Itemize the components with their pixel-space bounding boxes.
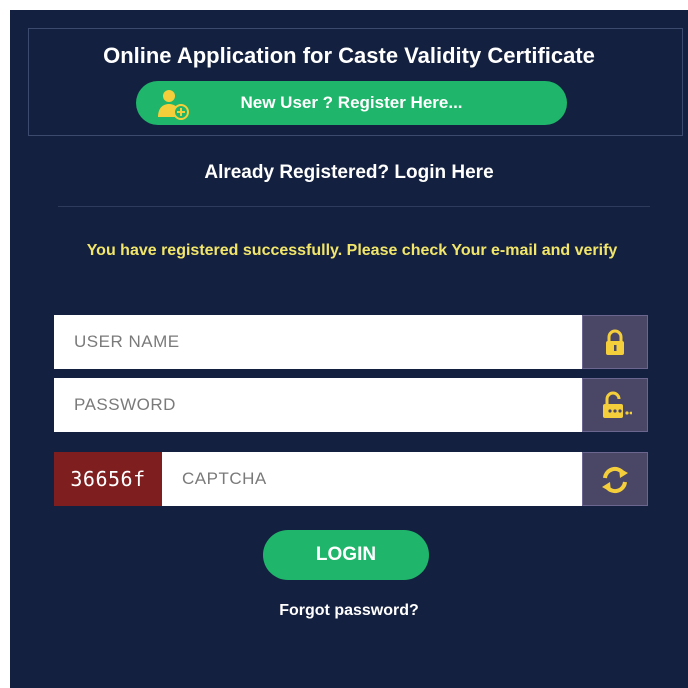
refresh-icon: [602, 466, 628, 494]
page-title: Online Application for Caste Validity Ce…: [103, 43, 595, 68]
password-addon: [582, 378, 648, 432]
forgot-password-link[interactable]: Forgot password?: [10, 602, 688, 620]
success-message: You have registered successfully. Please…: [86, 242, 618, 259]
password-field: [54, 378, 648, 432]
login-button[interactable]: LOGIN: [263, 530, 429, 580]
password-input[interactable]: [54, 378, 582, 432]
divider: [58, 206, 650, 207]
captcha-field: 36656f: [54, 452, 648, 506]
lock-icon: [606, 329, 624, 355]
username-field: [54, 315, 648, 369]
register-button-label: New User ? Register Here...: [240, 93, 463, 112]
username-input[interactable]: [54, 315, 582, 369]
captcha-input[interactable]: [162, 452, 582, 506]
username-addon: [582, 315, 648, 369]
login-panel: Online Application for Caste Validity Ce…: [10, 10, 688, 688]
register-button[interactable]: New User ? Register Here...: [136, 81, 567, 125]
login-heading: Already Registered? Login Here: [204, 162, 494, 183]
unlock-key-icon: [603, 391, 632, 418]
refresh-captcha-button[interactable]: [582, 452, 648, 506]
captcha-code: 36656f: [54, 452, 162, 506]
